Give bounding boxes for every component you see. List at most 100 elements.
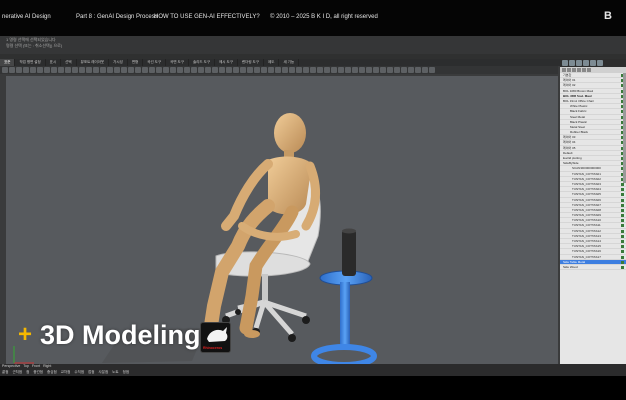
toolbar-tool-icon[interactable] — [380, 67, 386, 73]
tab-solid-tools[interactable]: 솔리드 도구 — [189, 59, 216, 66]
toolbar-tool-icon[interactable] — [51, 67, 57, 73]
filter-icon[interactable] — [587, 68, 591, 72]
tab-transform[interactable]: 변형 — [128, 59, 144, 66]
toolbar-tool-icon[interactable] — [429, 67, 435, 73]
layer-visibility-icon[interactable] — [621, 203, 624, 207]
toolbar-tool-icon[interactable] — [233, 67, 239, 73]
layer-visibility-icon[interactable] — [621, 193, 624, 197]
toolbar-tool-icon[interactable] — [212, 67, 218, 73]
toolbar-tool-icon[interactable] — [177, 67, 183, 73]
layer-visibility-icon[interactable] — [621, 245, 624, 249]
toolbar-tool-icon[interactable] — [170, 67, 176, 73]
layers-icon[interactable] — [569, 60, 575, 66]
layer-visibility-icon[interactable] — [621, 224, 624, 228]
toolbar-tool-icon[interactable] — [373, 67, 379, 73]
tab-new-features[interactable]: 새 기능 — [279, 59, 300, 66]
toolbar-tool-icon[interactable] — [275, 67, 281, 73]
toolbar-tool-icon[interactable] — [205, 67, 211, 73]
layer-visibility-icon[interactable] — [621, 188, 624, 192]
toolbar-tool-icon[interactable] — [240, 67, 246, 73]
layer-visibility-icon[interactable] — [621, 229, 624, 233]
tab-visibility[interactable]: 가시성 — [109, 59, 128, 66]
toolbar-tool-icon[interactable] — [394, 67, 400, 73]
toolbar-tool-icon[interactable] — [401, 67, 407, 73]
osnap-option[interactable]: 사분점 — [99, 369, 109, 375]
toolbar-tool-icon[interactable] — [37, 67, 43, 73]
toolbar-tool-icon[interactable] — [198, 67, 204, 73]
toolbar-tool-icon[interactable] — [289, 67, 295, 73]
help-icon[interactable] — [597, 60, 603, 66]
toolbar-tool-icon[interactable] — [114, 67, 120, 73]
toolbar-tool-icon[interactable] — [310, 67, 316, 73]
layer-visibility-icon[interactable] — [621, 182, 624, 186]
toolbar-tool-icon[interactable] — [331, 67, 337, 73]
toolbar-tool-icon[interactable] — [149, 67, 155, 73]
layer-visibility-icon[interactable] — [621, 260, 624, 264]
toolbar-tool-icon[interactable] — [44, 67, 50, 73]
lights-icon[interactable] — [590, 60, 596, 66]
tab-cplanes[interactable]: 작업 평면 설정 — [15, 59, 46, 66]
toolbar-tool-icon[interactable] — [72, 67, 78, 73]
properties-icon[interactable] — [562, 60, 568, 66]
materials-icon[interactable] — [583, 60, 589, 66]
osnap-option[interactable]: 중간점 — [33, 369, 43, 375]
layer-visibility-icon[interactable] — [621, 240, 624, 243]
tab-curve-tools[interactable]: 곡선 도구 — [143, 59, 167, 66]
layer-visibility-icon[interactable] — [621, 198, 624, 202]
osnap-option[interactable]: 점 — [26, 369, 29, 375]
toolbar-tool-icon[interactable] — [30, 67, 36, 73]
tab-mesh-tools[interactable]: 메시 도구 — [215, 59, 238, 66]
move-down-icon[interactable] — [582, 68, 586, 72]
osnap-option[interactable]: 정점 — [123, 369, 129, 375]
new-layer-icon[interactable] — [562, 68, 566, 72]
toolbar-tool-icon[interactable] — [86, 67, 92, 73]
toolbar-tool-icon[interactable] — [9, 67, 15, 73]
layer-visibility-icon[interactable] — [621, 234, 624, 238]
toolbar-tool-icon[interactable] — [282, 67, 288, 73]
layer-visibility-icon[interactable] — [621, 214, 624, 218]
toolbar-tool-icon[interactable] — [415, 67, 421, 73]
osnap-option[interactable]: 수직점 — [74, 369, 84, 375]
new-sublayer-icon[interactable] — [567, 68, 571, 72]
tab-standard[interactable]: 표준 — [0, 59, 16, 66]
toolbar-tool-icon[interactable] — [366, 67, 372, 73]
toolbar-tool-icon[interactable] — [219, 67, 225, 73]
toolbar-tool-icon[interactable] — [303, 67, 309, 73]
toolbar-tool-icon[interactable] — [121, 67, 127, 73]
toolbar-tool-icon[interactable] — [191, 67, 197, 73]
tab-surface-tools[interactable]: 곡면 도구 — [166, 59, 189, 66]
tab-select[interactable]: 선택 — [61, 59, 77, 66]
layer-visibility-icon[interactable] — [621, 219, 624, 223]
move-up-icon[interactable] — [577, 68, 581, 72]
toolbar-tool-icon[interactable] — [65, 67, 71, 73]
toolbar-tool-icon[interactable] — [254, 67, 260, 73]
osnap-option[interactable]: 끝점 — [2, 369, 8, 375]
toolbar-tool-icon[interactable] — [58, 67, 64, 73]
toolbar-tool-icon[interactable] — [324, 67, 330, 73]
layer-visibility-icon[interactable] — [621, 250, 624, 254]
toolbar-tool-icon[interactable] — [79, 67, 85, 73]
osnap-option[interactable]: 중심점 — [47, 369, 57, 375]
toolbar-tool-icon[interactable] — [16, 67, 22, 73]
toolbar-tool-icon[interactable] — [226, 67, 232, 73]
layer-visibility-icon[interactable] — [621, 255, 624, 259]
toolbar-tool-icon[interactable] — [359, 67, 365, 73]
toolbar-tool-icon[interactable] — [135, 67, 141, 73]
toolbar-tool-icon[interactable] — [261, 67, 267, 73]
delete-layer-icon[interactable] — [572, 68, 576, 72]
toolbar-tool-icon[interactable] — [128, 67, 134, 73]
osnap-option[interactable]: 접점 — [88, 369, 94, 375]
toolbar-tool-icon[interactable] — [387, 67, 393, 73]
layer-row[interactable]: Side Wood — [560, 265, 626, 271]
layer-visibility-icon[interactable] — [621, 208, 624, 212]
osnap-option[interactable]: 근처점 — [12, 369, 22, 375]
toolbar-tool-icon[interactable] — [345, 67, 351, 73]
tab-drafting[interactable]: 제도 — [264, 59, 280, 66]
toolbar-tool-icon[interactable] — [23, 67, 29, 73]
toolbar-tool-icon[interactable] — [247, 67, 253, 73]
toolbar-tool-icon[interactable] — [93, 67, 99, 73]
toolbar-tool-icon[interactable] — [422, 67, 428, 73]
toolbar-tool-icon[interactable] — [2, 67, 8, 73]
toolbar-tool-icon[interactable] — [107, 67, 113, 73]
render-icon[interactable] — [576, 60, 582, 66]
